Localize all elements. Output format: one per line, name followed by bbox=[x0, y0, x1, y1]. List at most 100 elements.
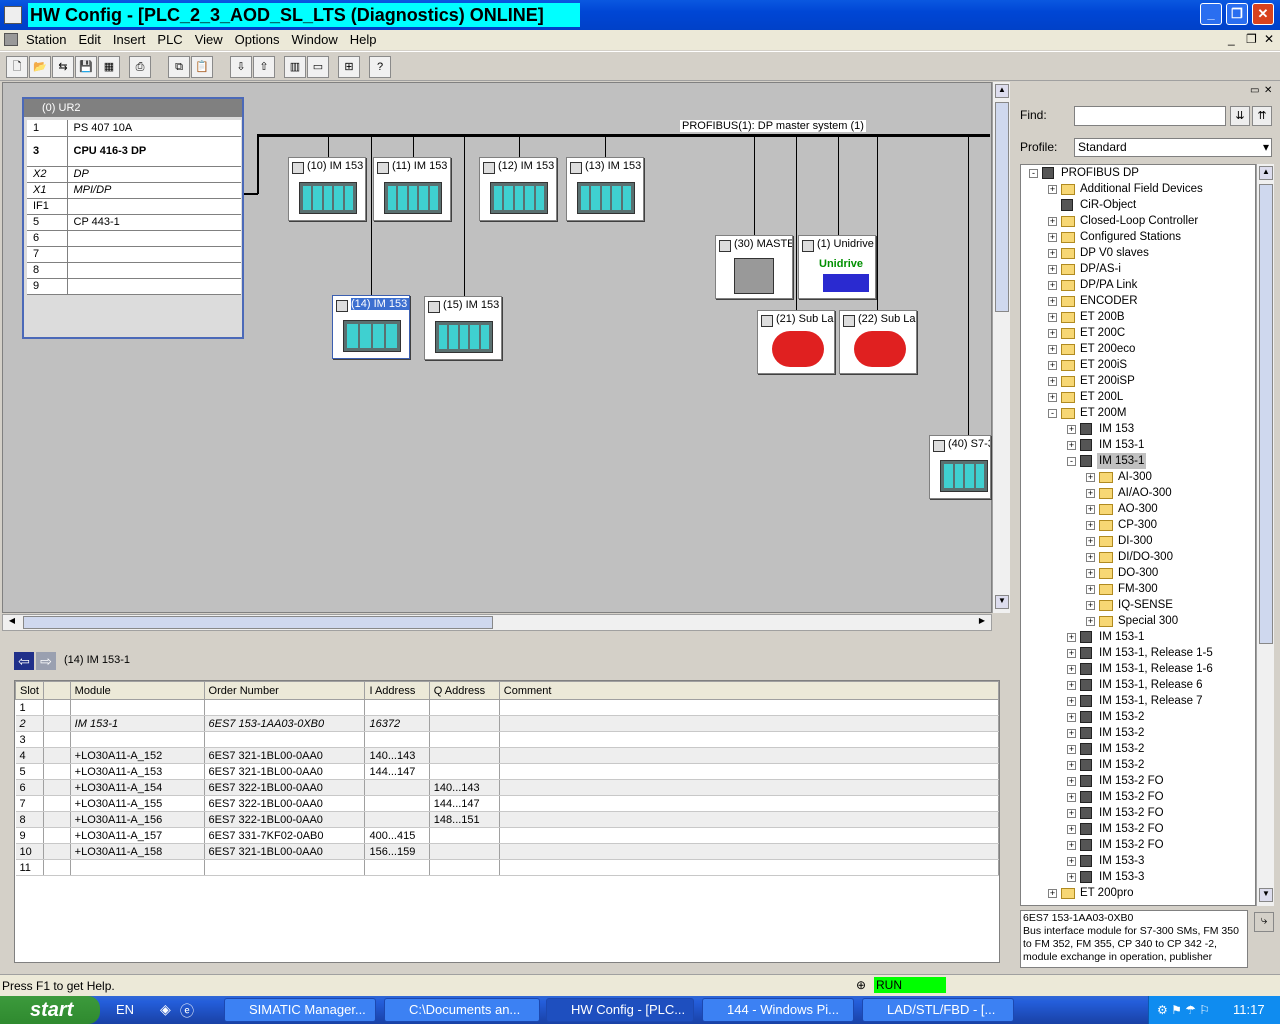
table-row[interactable]: 1 bbox=[15, 699, 1000, 716]
tree-item[interactable]: - PROFIBUS DP bbox=[1021, 165, 1255, 181]
tree-item[interactable]: + ET 200iS bbox=[1021, 357, 1255, 373]
tree-item[interactable]: - IM 153-1 bbox=[1021, 453, 1255, 469]
dp-master-line[interactable] bbox=[257, 134, 990, 137]
tree-item[interactable]: + IM 153-2 bbox=[1021, 757, 1255, 773]
dp-master-label[interactable]: PROFIBUS(1): DP master system (1) bbox=[680, 120, 866, 132]
menu-options[interactable]: Options bbox=[229, 30, 286, 50]
rack-module[interactable] bbox=[67, 230, 241, 247]
slave-14-selected[interactable]: (14) IM 153 bbox=[332, 295, 410, 359]
language-indicator[interactable]: EN bbox=[116, 1002, 134, 1017]
close-button[interactable]: ✕ bbox=[1252, 3, 1274, 25]
tree-item[interactable]: + Closed-Loop Controller bbox=[1021, 213, 1255, 229]
tray-icons[interactable]: ⚙ ⚑ ☂ ⚐ bbox=[1157, 996, 1210, 1024]
expand-icon[interactable]: + bbox=[1048, 393, 1057, 402]
slave-10[interactable]: (10) IM 153 bbox=[288, 157, 366, 221]
tree-item[interactable]: + IM 153-1 bbox=[1021, 629, 1255, 645]
forward-arrow-icon[interactable]: ⇨ bbox=[36, 652, 56, 670]
expand-icon[interactable]: + bbox=[1067, 441, 1076, 450]
tree-item[interactable]: CiR-Object bbox=[1021, 197, 1255, 213]
expand-icon[interactable]: + bbox=[1086, 601, 1095, 610]
menu-help[interactable]: Help bbox=[344, 30, 383, 50]
tree-item[interactable]: + IM 153-2 bbox=[1021, 725, 1255, 741]
expand-icon[interactable]: + bbox=[1048, 889, 1057, 898]
minimize-button[interactable]: _ bbox=[1200, 3, 1222, 25]
paste-icon[interactable]: 📋 bbox=[191, 56, 213, 78]
slave-13[interactable]: (13) IM 153 bbox=[566, 157, 644, 221]
rack-module[interactable]: MPI/DP bbox=[67, 182, 241, 199]
expand-icon[interactable]: + bbox=[1067, 425, 1076, 434]
network-icon[interactable]: ⊞ bbox=[338, 56, 360, 78]
expand-icon[interactable]: + bbox=[1048, 281, 1057, 290]
tree-item[interactable]: + IM 153-2 bbox=[1021, 709, 1255, 725]
expand-icon[interactable]: + bbox=[1067, 873, 1076, 882]
menu-edit[interactable]: Edit bbox=[72, 30, 106, 50]
table-row[interactable]: 6 +LO30A11-A_154 6ES7 322-1BL00-0AA0 140...… bbox=[15, 779, 1000, 796]
tree-item[interactable]: + IM 153-1, Release 1-6 bbox=[1021, 661, 1255, 677]
tree-item[interactable]: + DO-300 bbox=[1021, 565, 1255, 581]
download-icon[interactable]: ⇩ bbox=[230, 56, 252, 78]
expand-icon[interactable]: + bbox=[1048, 265, 1057, 274]
tree-item[interactable]: + ET 200eco bbox=[1021, 341, 1255, 357]
tree-item[interactable]: + AO-300 bbox=[1021, 501, 1255, 517]
tree-item[interactable]: + FM-300 bbox=[1021, 581, 1255, 597]
tree-item[interactable]: + Additional Field Devices bbox=[1021, 181, 1255, 197]
table-row[interactable]: 4 +LO30A11-A_152 6ES7 321-1BL00-0AA0 140...… bbox=[15, 747, 1000, 764]
tree-item[interactable]: + IM 153-1, Release 7 bbox=[1021, 693, 1255, 709]
expand-icon[interactable]: + bbox=[1048, 329, 1057, 338]
tree-item[interactable]: + ET 200iSP bbox=[1021, 373, 1255, 389]
collapse-icon[interactable]: - bbox=[1067, 457, 1076, 466]
expand-icon[interactable]: + bbox=[1048, 345, 1057, 354]
tree-item[interactable]: + IM 153 bbox=[1021, 421, 1255, 437]
expand-icon[interactable]: + bbox=[1048, 377, 1057, 386]
task-explorer[interactable]: C:\Documents an... bbox=[384, 998, 540, 1022]
expand-icon[interactable]: + bbox=[1067, 729, 1076, 738]
table-row[interactable]: 8 +LO30A11-A_156 6ES7 322-1BL00-0AA0 148...… bbox=[15, 811, 1000, 828]
col-icon[interactable] bbox=[42, 681, 71, 700]
chevron-down-icon[interactable]: ▾ bbox=[1263, 139, 1269, 156]
ie-icon[interactable]: ⓔ bbox=[180, 1001, 194, 1021]
tree-item[interactable]: + DI/DO-300 bbox=[1021, 549, 1255, 565]
expand-icon[interactable]: + bbox=[1048, 313, 1057, 322]
expand-icon[interactable]: + bbox=[1067, 745, 1076, 754]
rack-module[interactable] bbox=[67, 198, 241, 215]
rack-module[interactable] bbox=[67, 278, 241, 295]
doc-icon[interactable] bbox=[4, 33, 18, 46]
expand-icon[interactable]: + bbox=[1086, 553, 1095, 562]
find-down-icon[interactable]: ⇊ bbox=[1230, 106, 1250, 126]
expand-icon[interactable]: + bbox=[1067, 649, 1076, 658]
window-icon[interactable]: ▭ bbox=[307, 56, 329, 78]
rack-module[interactable]: PS 407 10A bbox=[67, 120, 241, 137]
print-icon[interactable]: ⎙ bbox=[129, 56, 151, 78]
col-q-address[interactable]: Q Address bbox=[428, 681, 500, 700]
table-row[interactable]: 10 +LO30A11-A_158 6ES7 321-1BL00-0AA0 156..… bbox=[15, 843, 1000, 860]
slave-15[interactable]: (15) IM 153 bbox=[424, 296, 502, 360]
upload-icon[interactable]: ⇧ bbox=[253, 56, 275, 78]
expand-icon[interactable]: + bbox=[1048, 233, 1057, 242]
app-icon[interactable] bbox=[4, 6, 22, 24]
table-row[interactable]: 5 +LO30A11-A_153 6ES7 321-1BL00-0AA0 144...… bbox=[15, 763, 1000, 780]
expand-icon[interactable]: + bbox=[1067, 825, 1076, 834]
tree-item[interactable]: + IQ-SENSE bbox=[1021, 597, 1255, 613]
tree-item[interactable]: + IM 153-2 bbox=[1021, 741, 1255, 757]
slave-21[interactable]: (21) Sub La bbox=[757, 310, 835, 374]
catalog-icon[interactable]: ▥ bbox=[284, 56, 306, 78]
station-hscrollbar[interactable]: ◀ ▶ bbox=[2, 614, 992, 631]
rack-module[interactable]: CPU 416-3 DP bbox=[67, 136, 241, 167]
tree-item[interactable]: - ET 200M bbox=[1021, 405, 1255, 421]
expand-icon[interactable]: + bbox=[1067, 681, 1076, 690]
catalog-close-icon[interactable]: ✕ bbox=[1264, 85, 1272, 96]
table-row[interactable]: 7 +LO30A11-A_155 6ES7 322-1BL00-0AA0 144...… bbox=[15, 795, 1000, 812]
tree-item[interactable]: + IM 153-1 bbox=[1021, 437, 1255, 453]
tree-item[interactable]: + DI-300 bbox=[1021, 533, 1255, 549]
slave-40[interactable]: (40) S7-3 bbox=[929, 435, 991, 499]
table-row[interactable]: 2 IM 153-1 6ES7 153-1AA03-0XB0 16372 bbox=[15, 715, 1000, 732]
tree-item[interactable]: + ET 200B bbox=[1021, 309, 1255, 325]
copy-icon[interactable]: ⧉ bbox=[168, 56, 190, 78]
expand-icon[interactable]: + bbox=[1067, 633, 1076, 642]
tree-item[interactable]: + DP/PA Link bbox=[1021, 277, 1255, 293]
tree-item[interactable]: + IM 153-3 bbox=[1021, 853, 1255, 869]
expand-icon[interactable]: + bbox=[1086, 489, 1095, 498]
find-up-icon[interactable]: ⇈ bbox=[1252, 106, 1272, 126]
expand-icon[interactable]: + bbox=[1086, 505, 1095, 514]
col-module[interactable]: Module bbox=[69, 681, 205, 700]
